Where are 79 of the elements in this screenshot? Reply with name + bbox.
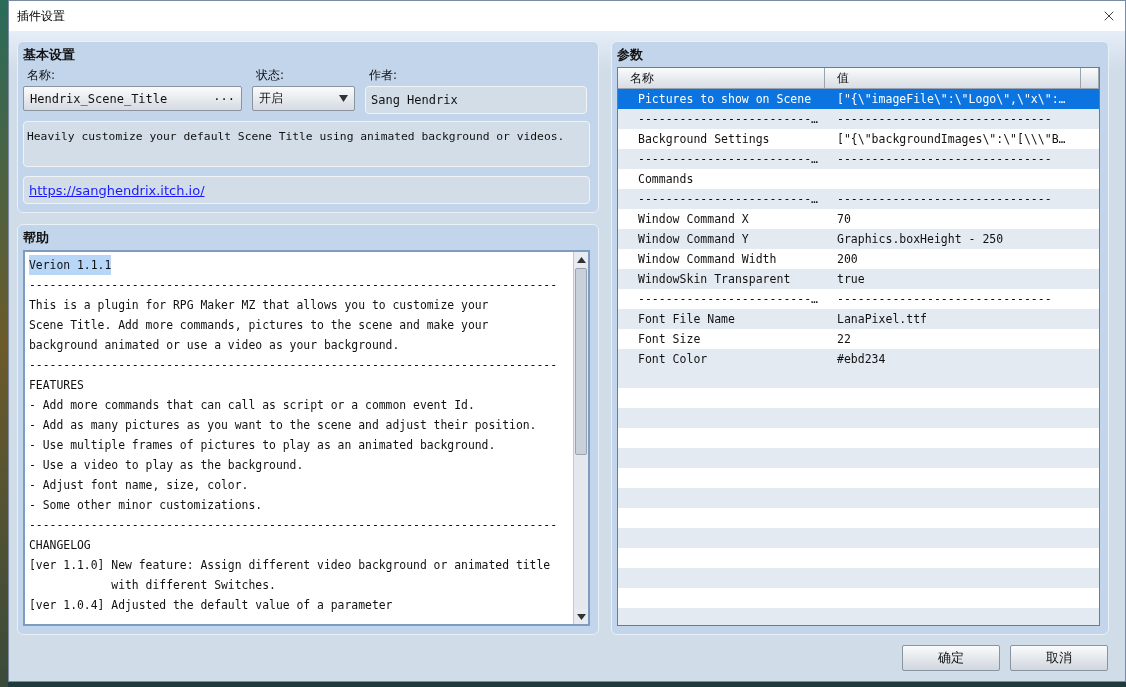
parameter-name: -------------------------… — [637, 291, 819, 308]
help-line: FEATURES — [29, 377, 84, 394]
field-label: 状态: — [256, 67, 286, 84]
parameter-value: ["{\"imageFile\":\"Logo\",\"x\":… — [836, 91, 1067, 108]
dialog-button[interactable]: 确定 — [902, 645, 1000, 671]
parameter-row[interactable]: -------------------------… ------------------------------- — [618, 189, 1099, 209]
help-line: ----------------------------------------------------------------------------- — [29, 357, 558, 374]
parameter-name: -------------------------… — [637, 111, 819, 128]
help-line: ----------------------------------------------------------------------------- — [29, 277, 558, 294]
parameter-value: ------------------------------- — [836, 191, 1053, 208]
parameter-row[interactable]: Window Command X 70 — [618, 209, 1099, 229]
parameter-value: true — [836, 271, 866, 288]
parameter-row[interactable]: Commands — [618, 169, 1099, 189]
parameter-name: Pictures to show on Scene — [637, 91, 813, 108]
panel-title: 参数 — [617, 46, 644, 64]
help-line: [ver 1.0.4] Adjusted the default value of a parameter — [29, 597, 393, 614]
dialog-button[interactable]: 取消 — [1010, 645, 1108, 671]
help-line: - Add as many pictures as you want to the scene and adjust their position. — [29, 417, 537, 434]
help-line: background animated or use a video as your background. — [29, 337, 400, 354]
help-line: ----------------------------------------------------------------------------- — [29, 517, 558, 534]
parameter-name: -------------------------… — [637, 151, 819, 168]
field-label: 作者: — [369, 67, 399, 84]
parameter-name: Background Settings — [637, 131, 771, 148]
parameter-row[interactable]: -------------------------… ------------------------------- — [618, 289, 1099, 309]
help-line: - Use multiple frames of pictures to play as an animated background. — [29, 437, 496, 454]
parameter-name: WindowSkin Transparent — [637, 271, 792, 288]
scroll-down-icon[interactable] — [576, 613, 586, 620]
dropdown-arrow-icon — [339, 95, 348, 102]
parameter-value: ["{\"backgroundImages\":\"[\\\"B… — [836, 131, 1067, 148]
parameter-row[interactable]: Font File Name LanaPixel.ttf — [618, 309, 1099, 329]
help-line: - Add more commands that can call as script or a common event Id. — [29, 397, 475, 414]
parameter-row[interactable]: Pictures to show on Scene ["{\"imageFile\":\"Logo\",\"x\":… — [618, 89, 1099, 109]
parameter-value: #ebd234 — [836, 351, 887, 368]
parameter-row[interactable]: -------------------------… ------------------------------- — [618, 109, 1099, 129]
parameter-name: Window Command X — [637, 211, 750, 228]
author-field[interactable]: Sang Hendrix — [365, 86, 587, 114]
status-dropdown[interactable]: 开启 — [252, 86, 355, 111]
scroll-up-icon[interactable] — [576, 256, 586, 263]
scroll-thumb[interactable] — [575, 268, 587, 455]
help-line: - Adjust font name, size, color. — [29, 477, 249, 494]
parameter-name: Font Size — [637, 331, 702, 348]
column-header[interactable]: 名称 — [618, 68, 825, 88]
parameter-row[interactable]: Font Size 22 — [618, 329, 1099, 349]
help-line: CHANGELOG — [29, 537, 91, 554]
parameter-value: Graphics.boxHeight - 250 — [836, 231, 1005, 248]
panel-title: 基本设置 — [23, 46, 76, 64]
panel-title: 帮助 — [23, 229, 50, 247]
parameter-row[interactable]: Font Color #ebd234 — [618, 349, 1099, 369]
parameter-name: -------------------------… — [637, 191, 819, 208]
help-line: - Use a video to play as the background. — [29, 457, 304, 474]
url-link[interactable]: https://sanghendrix.itch.io/ — [29, 182, 205, 198]
field-label: 名称: — [27, 67, 57, 84]
description-field[interactable]: Heavily customize your default Scene Title using animated background or videos. — [23, 121, 590, 167]
help-line: Scene Title. Add more commands, pictures to the scene and make your — [29, 317, 489, 334]
parameter-row[interactable]: -------------------------… ------------------------------- — [618, 149, 1099, 169]
help-line: - Some other minor customizations. — [29, 497, 263, 514]
parameter-name: Window Command Y — [637, 231, 750, 248]
help-line: [ver 1.1.0] New feature: Assign different video background or animated title — [29, 557, 551, 574]
parameter-value: LanaPixel.ttf — [836, 311, 928, 328]
parameter-row[interactable]: Window Command Width 200 — [618, 249, 1099, 269]
parameter-row[interactable]: Background Settings ["{\"backgroundImages\":\"[\\\"B… — [618, 129, 1099, 149]
window-title: 插件设置 — [17, 7, 65, 25]
parameter-name: Font File Name — [637, 311, 736, 328]
help-line: This is a plugin for RPG Maker MZ that allows you to customize your — [29, 297, 489, 314]
parameter-value: ------------------------------- — [836, 111, 1053, 128]
parameter-value: 22 — [836, 331, 852, 348]
parameter-value: ------------------------------- — [836, 291, 1053, 308]
parameter-name: Commands — [637, 171, 695, 188]
parameter-value: 70 — [836, 211, 852, 228]
plugin-name-button[interactable]: Hendrix_Scene_Title ··· — [23, 86, 242, 111]
scrollbar[interactable] — [573, 252, 588, 624]
parameter-row[interactable]: WindowSkin Transparent true — [618, 269, 1099, 289]
parameter-row[interactable]: Window Command Y Graphics.boxHeight - 250 — [618, 229, 1099, 249]
help-line: with different Switches. — [110, 577, 276, 594]
column-header[interactable]: 值 — [825, 68, 1081, 88]
parameter-name: Font Color — [637, 351, 709, 368]
parameter-value: ------------------------------- — [836, 151, 1053, 168]
parameter-value: 200 — [836, 251, 859, 268]
parameter-name: Window Command Width — [637, 251, 778, 268]
